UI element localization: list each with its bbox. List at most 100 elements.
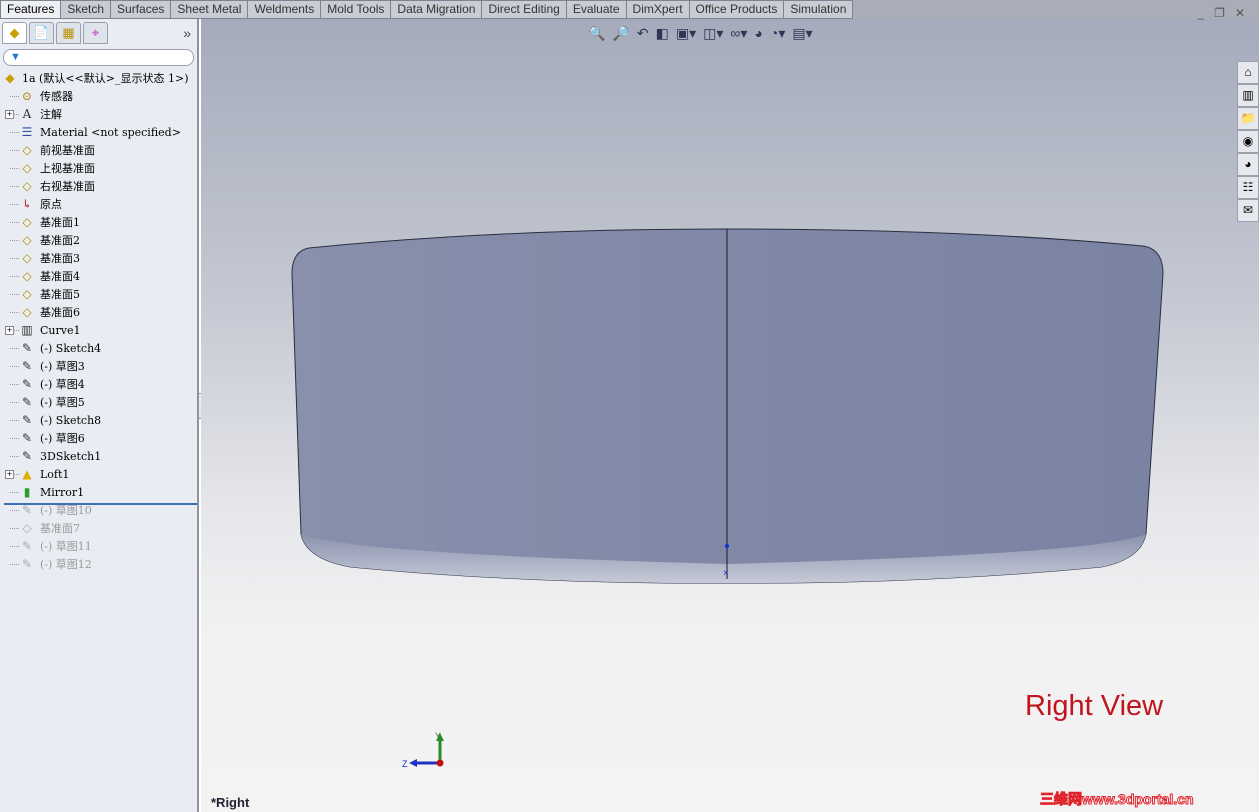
tree-item[interactable]: ✎ (-) 草图12 xyxy=(0,555,197,573)
tab-weldments[interactable]: Weldments xyxy=(248,0,322,19)
sensor-icon: ⊙ xyxy=(21,89,33,103)
file-explorer-icon[interactable]: 📁 xyxy=(1237,107,1259,130)
tree-item[interactable]: ◇ 基准面6 xyxy=(0,303,197,321)
tree-item[interactable]: ✎ 3DSketch1 xyxy=(0,447,197,465)
plane-icon: ◇ xyxy=(22,521,32,535)
tree-item-label: (-) 草图3 xyxy=(40,360,85,373)
display-style-icon[interactable]: ◫▾ xyxy=(703,25,723,42)
custom-properties-icon[interactable]: ☷ xyxy=(1237,176,1259,199)
plane-icon: ◇ xyxy=(22,233,32,247)
tab-evaluate[interactable]: Evaluate xyxy=(566,0,627,19)
tree-item[interactable]: ◇ 基准面3 xyxy=(0,249,197,267)
appearances-icon[interactable]: ◕ xyxy=(1237,153,1259,176)
sketch-icon: ✎ xyxy=(21,557,33,571)
tree-item[interactable]: ✎ (-) 草图11 xyxy=(0,537,197,555)
tree-item[interactable]: ◆ 1a (默认<<默认>_显示状态 1>) xyxy=(0,69,197,87)
restore-icon[interactable]: ❐ xyxy=(1214,6,1225,20)
tree-item[interactable]: ☰ Material <not specified> xyxy=(0,123,197,141)
tree-item[interactable]: ✎ (-) 草图5 xyxy=(0,393,197,411)
expand-icon[interactable]: + xyxy=(5,469,14,479)
target-icon: ⌖ xyxy=(91,25,100,40)
tree-item[interactable]: + A 注解 xyxy=(0,105,197,123)
feature-manager-tab[interactable]: ◆ xyxy=(2,22,27,44)
tree-item[interactable]: ◇ 基准面1 xyxy=(0,213,197,231)
tree-item[interactable]: ◇ 右视基准面 xyxy=(0,177,197,195)
plane-icon: ◇ xyxy=(22,215,32,229)
watermark: 三维网www.3dportal.cn xyxy=(1040,791,1194,808)
configuration-icon: ▦ xyxy=(62,25,75,40)
tree-item[interactable]: ◇ 基准面5 xyxy=(0,285,197,303)
tab-dimxpert[interactable]: DimXpert xyxy=(626,0,690,19)
tree-connector xyxy=(10,528,19,529)
plane-icon: ◇ xyxy=(22,143,32,157)
more-tabs-button[interactable]: » xyxy=(183,25,191,41)
close-icon[interactable]: ✕ xyxy=(1235,6,1245,20)
rollback-bar[interactable] xyxy=(4,503,197,505)
tree-item[interactable]: ✎ (-) Sketch8 xyxy=(0,411,197,429)
tree-item[interactable]: + ▲ Loft1 xyxy=(0,465,197,483)
tree-item[interactable]: ✎ (-) 草图3 xyxy=(0,357,197,375)
sketch-icon: ✎ xyxy=(21,341,33,355)
tree-connector xyxy=(10,294,19,295)
tree-item[interactable]: ◇ 基准面2 xyxy=(0,231,197,249)
apply-scene-icon[interactable]: ◔▾ xyxy=(770,25,785,42)
zoom-to-fit-icon[interactable]: 🔍 xyxy=(588,25,605,42)
configuration-manager-tab[interactable]: ▦ xyxy=(56,22,81,44)
sketch-icon: ✎ xyxy=(21,539,33,553)
design-library-icon[interactable]: ▥ xyxy=(1237,84,1259,107)
tree-connector xyxy=(10,240,19,241)
hide-show-icon[interactable]: ∞▾ xyxy=(730,25,747,42)
tree-item[interactable]: ◇ 基准面4 xyxy=(0,267,197,285)
tree-item-label: (-) 草图6 xyxy=(40,432,85,445)
property-manager-tab[interactable]: 📄 xyxy=(29,22,54,44)
zoom-to-area-icon[interactable]: 🔎 xyxy=(612,25,629,42)
tree-item-label: Mirror1 xyxy=(40,485,85,499)
command-manager-tabs: Features Sketch Surfaces Sheet Metal Weldmen… xyxy=(0,0,1259,19)
tree-item[interactable]: ✎ (-) 草图4 xyxy=(0,375,197,393)
tab-mold-tools[interactable]: Mold Tools xyxy=(321,0,392,19)
edit-appearance-icon[interactable]: ◕ xyxy=(754,25,762,42)
tab-data-migration[interactable]: Data Migration xyxy=(391,0,483,19)
tree-item[interactable]: ▮ Mirror1 xyxy=(0,483,197,501)
tree-connector xyxy=(10,276,19,277)
minimize-icon[interactable]: _ xyxy=(1197,6,1204,20)
expand-icon[interactable]: + xyxy=(5,109,14,119)
task-pane-tabs: ⌂ ▥ 📁 ◉ ◕ ☷ ✉ xyxy=(1237,61,1259,222)
tree-item[interactable]: ↳ 原点 xyxy=(0,195,197,213)
tree-item[interactable]: + ▥ Curve1 xyxy=(0,321,197,339)
tab-surfaces[interactable]: Surfaces xyxy=(111,0,172,19)
tree-filter-input[interactable]: ▼ xyxy=(3,49,194,66)
plane-icon: ◇ xyxy=(22,251,32,265)
tree-item[interactable]: ✎ (-) 草图6 xyxy=(0,429,197,447)
tree-item[interactable]: ⊙ 传感器 xyxy=(0,87,197,105)
expand-icon[interactable]: + xyxy=(5,325,14,335)
tab-features[interactable]: Features xyxy=(0,0,62,19)
recent-icon[interactable]: ✉ xyxy=(1237,199,1259,222)
tab-office-products[interactable]: Office Products xyxy=(689,0,785,19)
material-icon: ☰ xyxy=(21,125,33,139)
tree-item[interactable]: ◇ 上视基准面 xyxy=(0,159,197,177)
tree-item[interactable]: ✎ (-) Sketch4 xyxy=(0,339,197,357)
tree-item[interactable]: ◇ 基准面7 xyxy=(0,519,197,537)
tree-item-label: 基准面5 xyxy=(40,288,80,301)
view-palette-icon[interactable]: ◉ xyxy=(1237,130,1259,153)
dimxpert-manager-tab[interactable]: ⌖ xyxy=(83,22,108,44)
tab-sketch[interactable]: Sketch xyxy=(61,0,112,19)
section-view-icon[interactable]: ◧ xyxy=(656,25,669,42)
view-orientation-icon[interactable]: ▣▾ xyxy=(676,25,696,42)
property-icon: 📄 xyxy=(33,25,50,40)
view-settings-icon[interactable]: ▤▾ xyxy=(792,25,812,42)
tree-connector xyxy=(10,546,19,547)
tree-item-label: Loft1 xyxy=(40,467,70,481)
tab-simulation[interactable]: Simulation xyxy=(784,0,854,19)
tree-item-label: 基准面4 xyxy=(40,270,80,283)
plane-icon: ◇ xyxy=(22,161,32,175)
tab-sheet-metal[interactable]: Sheet Metal xyxy=(171,0,249,19)
previous-view-icon[interactable]: ↶ xyxy=(637,25,649,42)
tree-connector xyxy=(10,564,19,565)
tree-item-label: 基准面1 xyxy=(40,216,80,229)
tree-item[interactable]: ◇ 前视基准面 xyxy=(0,141,197,159)
sketch-icon: ✎ xyxy=(21,377,33,391)
home-icon[interactable]: ⌂ xyxy=(1237,61,1259,84)
tab-direct-editing[interactable]: Direct Editing xyxy=(482,0,567,19)
